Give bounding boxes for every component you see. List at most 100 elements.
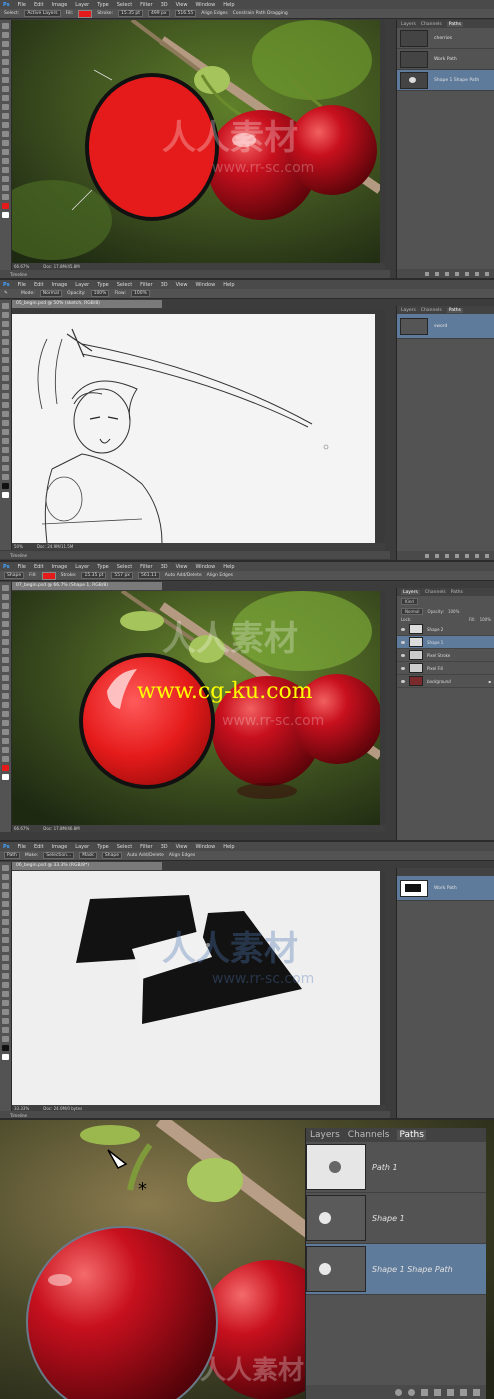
lasso-tool-icon[interactable] bbox=[2, 883, 9, 889]
path-row-selected[interactable]: Shape 1 Shape Path bbox=[306, 1244, 486, 1295]
eraser-tool-icon[interactable] bbox=[2, 393, 9, 399]
stamp-tool-icon[interactable] bbox=[2, 937, 9, 943]
menu-filter[interactable]: Filter bbox=[140, 844, 152, 850]
menu-window[interactable]: Window bbox=[195, 564, 215, 570]
make-mask-button[interactable]: Mask bbox=[79, 852, 97, 859]
load-selection-icon[interactable] bbox=[421, 1388, 428, 1396]
hand-tool-icon[interactable] bbox=[2, 465, 9, 471]
menu-image[interactable]: Image bbox=[52, 2, 68, 8]
cherry-foreground-with-path[interactable] bbox=[26, 1226, 218, 1399]
menu-filter[interactable]: Filter bbox=[140, 564, 152, 570]
shape-tool-icon[interactable] bbox=[2, 1018, 9, 1024]
gradient-tool-icon[interactable] bbox=[2, 402, 9, 408]
add-mask-icon[interactable] bbox=[465, 553, 469, 558]
zoom-tool-icon[interactable] bbox=[2, 474, 9, 480]
dodge-tool-icon[interactable] bbox=[2, 420, 9, 426]
menu-help[interactable]: Help bbox=[223, 844, 234, 850]
menu-type[interactable]: Type bbox=[97, 844, 108, 850]
align-edges-checkbox[interactable]: Align Edges bbox=[169, 853, 195, 858]
history-brush-tool-icon[interactable] bbox=[2, 104, 9, 110]
healing-tool-icon[interactable] bbox=[2, 357, 9, 363]
quick-select-tool-icon[interactable] bbox=[2, 892, 9, 898]
menu-type[interactable]: Type bbox=[97, 2, 108, 8]
tab-channels[interactable]: Channels bbox=[421, 308, 442, 313]
zoom-tool-icon[interactable] bbox=[2, 1036, 9, 1042]
blur-tool-icon[interactable] bbox=[2, 973, 9, 979]
menu-window[interactable]: Window bbox=[195, 2, 215, 8]
menu-view[interactable]: View bbox=[176, 282, 188, 288]
quick-select-tool-icon[interactable] bbox=[2, 330, 9, 336]
move-tool-icon[interactable] bbox=[2, 23, 9, 29]
marquee-tool-icon[interactable] bbox=[2, 594, 9, 600]
foreground-color-icon[interactable] bbox=[2, 765, 9, 771]
menu-help[interactable]: Help bbox=[223, 282, 234, 288]
menu-edit[interactable]: Edit bbox=[34, 2, 44, 8]
path-row[interactable]: Shape 1 bbox=[306, 1193, 486, 1244]
pen-tool-icon[interactable] bbox=[2, 711, 9, 717]
menu-file[interactable]: File bbox=[18, 844, 26, 850]
shape-tool-icon[interactable] bbox=[2, 738, 9, 744]
visibility-eye-icon[interactable] bbox=[401, 666, 405, 670]
path-select-tool-icon[interactable] bbox=[2, 447, 9, 453]
make-shape-button[interactable]: Shape bbox=[101, 852, 122, 859]
shape-tool-icon[interactable] bbox=[2, 176, 9, 182]
height-field[interactable]: 516.55 bbox=[174, 10, 197, 17]
new-path-icon[interactable] bbox=[460, 1388, 467, 1396]
fill-field[interactable]: 100% bbox=[480, 617, 491, 622]
tool-mode-dropdown[interactable]: Path bbox=[4, 852, 20, 859]
move-tool-icon[interactable] bbox=[2, 865, 9, 871]
layer-row[interactable]: Pixel Fill bbox=[397, 662, 494, 675]
foreground-color-icon[interactable] bbox=[2, 203, 9, 209]
flow-field[interactable]: 100% bbox=[131, 290, 150, 297]
marquee-tool-icon[interactable] bbox=[2, 312, 9, 318]
width-field[interactable]: 557 px bbox=[111, 572, 133, 579]
background-color-icon[interactable] bbox=[2, 1054, 9, 1060]
timeline-bar[interactable]: Timeline bbox=[0, 1111, 390, 1118]
zoom-tool-icon[interactable] bbox=[2, 756, 9, 762]
menu-filter[interactable]: Filter bbox=[140, 2, 152, 8]
menu-help[interactable]: Help bbox=[223, 564, 234, 570]
path-row-selected[interactable]: sword bbox=[397, 314, 494, 339]
pen-tool-icon[interactable] bbox=[2, 429, 9, 435]
layer-row[interactable]: Shape 2 bbox=[397, 623, 494, 636]
add-mask-icon[interactable] bbox=[465, 271, 469, 276]
make-path-icon[interactable] bbox=[455, 553, 459, 558]
path-row[interactable]: Path 1 bbox=[306, 1142, 486, 1193]
width-field[interactable]: 499 px bbox=[147, 10, 170, 17]
canvas-area[interactable]: 人人素材 www.rr-sc.com bbox=[12, 871, 380, 1107]
menu-layer[interactable]: Layer bbox=[75, 564, 89, 570]
menu-window[interactable]: Window bbox=[195, 844, 215, 850]
crop-tool-icon[interactable] bbox=[2, 339, 9, 345]
menu-3d[interactable]: 3D bbox=[161, 282, 168, 288]
tool-mode-dropdown[interactable]: Shape bbox=[4, 572, 25, 579]
tab-paths[interactable]: Paths bbox=[397, 1130, 426, 1140]
stroke-path-icon[interactable] bbox=[435, 553, 439, 558]
menu-file[interactable]: File bbox=[18, 564, 26, 570]
path-row[interactable]: cherries bbox=[397, 28, 494, 49]
crop-tool-icon[interactable] bbox=[2, 59, 9, 65]
menu-help[interactable]: Help bbox=[223, 2, 234, 8]
type-tool-icon[interactable] bbox=[2, 720, 9, 726]
menu-window[interactable]: Window bbox=[195, 282, 215, 288]
auto-add-delete-checkbox[interactable]: Auto Add/Delete bbox=[165, 573, 202, 578]
marquee-tool-icon[interactable] bbox=[2, 874, 9, 880]
opacity-field[interactable]: 100% bbox=[448, 609, 459, 614]
layer-row[interactable]: background ▪ bbox=[397, 675, 494, 688]
align-edges-checkbox[interactable]: Align Edges bbox=[207, 573, 233, 578]
type-tool-icon[interactable] bbox=[2, 1000, 9, 1006]
canvas-area[interactable] bbox=[12, 309, 380, 543]
brush-tool-icon[interactable] bbox=[2, 648, 9, 654]
quick-select-tool-icon[interactable] bbox=[2, 50, 9, 56]
menu-select[interactable]: Select bbox=[117, 844, 132, 850]
lasso-tool-icon[interactable] bbox=[2, 603, 9, 609]
fill-path-icon[interactable] bbox=[395, 1388, 402, 1396]
menu-3d[interactable]: 3D bbox=[161, 2, 168, 8]
menu-filter[interactable]: Filter bbox=[140, 282, 152, 288]
move-tool-icon[interactable] bbox=[2, 585, 9, 591]
canvas-area[interactable]: 人人素材 www.rr-sc.com bbox=[12, 20, 380, 263]
document-tab[interactable]: 06_begin.psd @ 33.3% (RGB/8*) bbox=[12, 862, 162, 870]
canvas-vscroll[interactable] bbox=[380, 871, 385, 1107]
gradient-tool-icon[interactable] bbox=[2, 122, 9, 128]
path-row-selected[interactable]: Work Path bbox=[397, 876, 494, 901]
tab-layers[interactable]: Layers bbox=[401, 308, 416, 313]
